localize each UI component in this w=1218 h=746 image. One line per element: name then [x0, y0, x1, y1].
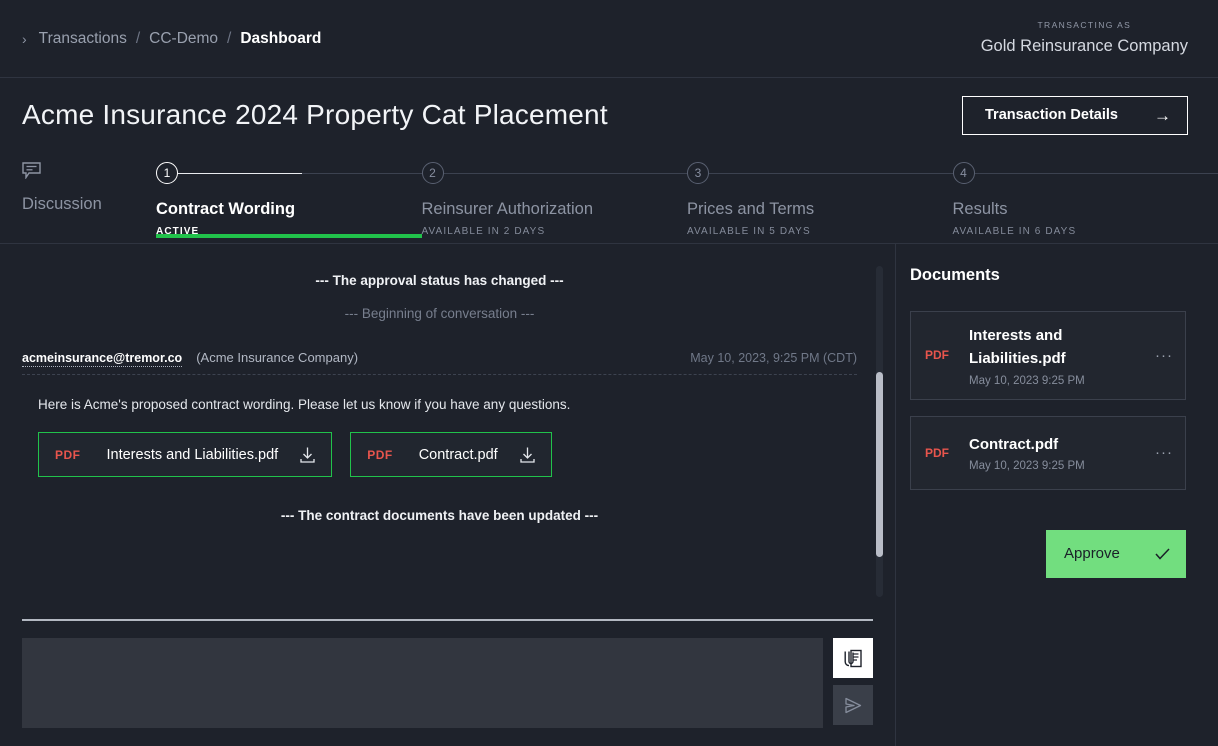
- workflow-stepper: Discussion 1 Contract Wording ACTIVE 2 R…: [0, 140, 1218, 244]
- transacting-as-company: Gold Reinsurance Company: [981, 35, 1188, 57]
- step-status: AVAILABLE IN 6 DAYS: [953, 226, 1218, 237]
- send-icon: [844, 697, 862, 714]
- message-sender-email: acmeinsurance@tremor.co: [22, 351, 182, 367]
- pdf-type-icon: PDF: [367, 448, 393, 462]
- conversation-column: --- The approval status has changed --- …: [0, 244, 896, 746]
- step-connector: [444, 173, 688, 174]
- attachment-chip[interactable]: PDF Contract.pdf: [350, 432, 552, 477]
- system-message-beginning: --- Beginning of conversation ---: [22, 297, 857, 330]
- composer-buttons: [833, 638, 873, 725]
- message-body: Here is Acme's proposed contract wording…: [38, 397, 857, 412]
- step-connector-lit: [178, 173, 302, 174]
- step-number: 3: [687, 162, 709, 184]
- document-name: Interests and Liabilities.pdf: [969, 324, 1149, 371]
- body: --- The approval status has changed --- …: [0, 244, 1218, 746]
- document-card[interactable]: PDF Contract.pdf May 10, 2023 9:25 PM ··…: [910, 416, 1186, 490]
- transaction-details-button[interactable]: Transaction Details →: [962, 96, 1188, 135]
- message-timestamp: May 10, 2023, 9:25 PM (CDT): [690, 351, 857, 365]
- breadcrumb-separator: /: [136, 30, 140, 48]
- documents-panel: Documents PDF Interests and Liabilities.…: [896, 244, 1218, 746]
- document-overflow-menu-icon[interactable]: ···: [1149, 347, 1173, 364]
- conversation-scroll-area: --- The approval status has changed --- …: [0, 244, 895, 619]
- download-icon[interactable]: [520, 447, 535, 463]
- document-overflow-menu-icon[interactable]: ···: [1149, 444, 1173, 461]
- sidebar-item-discussion[interactable]: Discussion: [0, 154, 156, 214]
- step-connector: [975, 173, 1218, 174]
- message-header: acmeinsurance@tremor.co (Acme Insurance …: [22, 350, 857, 375]
- message-input[interactable]: [22, 638, 823, 728]
- breadcrumb-separator: /: [227, 30, 231, 48]
- step-contract-wording[interactable]: 1 Contract Wording ACTIVE: [156, 154, 422, 237]
- app-root: › Transactions / CC-Demo / Dashboard TRA…: [0, 0, 1218, 746]
- top-bar: › Transactions / CC-Demo / Dashboard TRA…: [0, 0, 1218, 78]
- transaction-details-label: Transaction Details: [985, 107, 1118, 123]
- step-reinsurer-authorization[interactable]: 2 Reinsurer Authorization AVAILABLE IN 2…: [422, 154, 688, 237]
- step-connector: [709, 173, 953, 174]
- step-prices-and-terms[interactable]: 3 Prices and Terms AVAILABLE IN 5 DAYS: [687, 154, 953, 237]
- step-status: AVAILABLE IN 2 DAYS: [422, 226, 688, 237]
- step-number: 4: [953, 162, 975, 184]
- document-date: May 10, 2023 9:25 PM: [969, 375, 1149, 387]
- step-connector: [302, 173, 422, 174]
- approve-button[interactable]: Approve: [1046, 530, 1186, 578]
- page-title: Acme Insurance 2024 Property Cat Placeme…: [22, 99, 608, 131]
- discussion-label: Discussion: [22, 195, 156, 214]
- document-meta: Contract.pdf May 10, 2023 9:25 PM: [961, 433, 1149, 472]
- breadcrumb-caret-icon: ›: [22, 31, 27, 47]
- transacting-as: TRANSACTING AS Gold Reinsurance Company: [981, 20, 1188, 57]
- download-icon[interactable]: [300, 447, 315, 463]
- title-row: Acme Insurance 2024 Property Cat Placeme…: [0, 78, 1218, 140]
- message-attachments: PDF Interests and Liabilities.pdf PDF Co…: [38, 432, 857, 477]
- pdf-type-icon: PDF: [925, 348, 961, 362]
- active-step-indicator: [156, 234, 422, 238]
- attachment-icon: [844, 649, 862, 668]
- message-composer: [0, 621, 895, 746]
- step-head: 2: [422, 162, 688, 184]
- conversation-scrollbar-thumb[interactable]: [876, 372, 883, 557]
- message-sender-org: (Acme Insurance Company): [196, 350, 358, 365]
- step-head: 4: [953, 162, 1218, 184]
- documents-panel-title: Documents: [910, 266, 1186, 285]
- document-meta: Interests and Liabilities.pdf May 10, 20…: [961, 324, 1149, 387]
- send-message-button[interactable]: [833, 685, 873, 725]
- document-date: May 10, 2023 9:25 PM: [969, 460, 1149, 472]
- transacting-as-label: TRANSACTING AS: [981, 20, 1188, 31]
- step-status: AVAILABLE IN 5 DAYS: [687, 226, 953, 237]
- attachment-chip[interactable]: PDF Interests and Liabilities.pdf: [38, 432, 332, 477]
- breadcrumb: › Transactions / CC-Demo / Dashboard: [22, 30, 321, 48]
- step-label: Contract Wording: [156, 200, 422, 219]
- approve-button-label: Approve: [1064, 545, 1120, 562]
- step-label: Results: [953, 200, 1218, 219]
- pdf-type-icon: PDF: [55, 448, 81, 462]
- attachment-filename: Contract.pdf: [419, 447, 498, 463]
- attach-file-button[interactable]: [833, 638, 873, 678]
- breadcrumb-cc-demo[interactable]: CC-Demo: [149, 30, 218, 48]
- document-card[interactable]: PDF Interests and Liabilities.pdf May 10…: [910, 311, 1186, 400]
- step-label: Prices and Terms: [687, 200, 953, 219]
- step-head: 1: [156, 162, 422, 184]
- step-head: 3: [687, 162, 953, 184]
- pdf-type-icon: PDF: [925, 446, 961, 460]
- step-results[interactable]: 4 Results AVAILABLE IN 6 DAYS: [953, 154, 1218, 237]
- attachment-filename: Interests and Liabilities.pdf: [107, 447, 279, 463]
- step-label: Reinsurer Authorization: [422, 200, 688, 219]
- discussion-bubble-icon: [22, 162, 41, 179]
- step-number: 2: [422, 162, 444, 184]
- arrow-right-icon: →: [1154, 107, 1171, 124]
- step-number: 1: [156, 162, 178, 184]
- message: acmeinsurance@tremor.co (Acme Insurance …: [22, 350, 857, 477]
- check-icon: [1155, 548, 1170, 560]
- document-name: Contract.pdf: [969, 433, 1149, 456]
- breadcrumb-dashboard[interactable]: Dashboard: [240, 30, 321, 48]
- system-message-approval-status: --- The approval status has changed ---: [22, 264, 857, 297]
- system-message-documents-updated: --- The contract documents have been upd…: [22, 499, 857, 532]
- breadcrumb-transactions[interactable]: Transactions: [39, 30, 127, 48]
